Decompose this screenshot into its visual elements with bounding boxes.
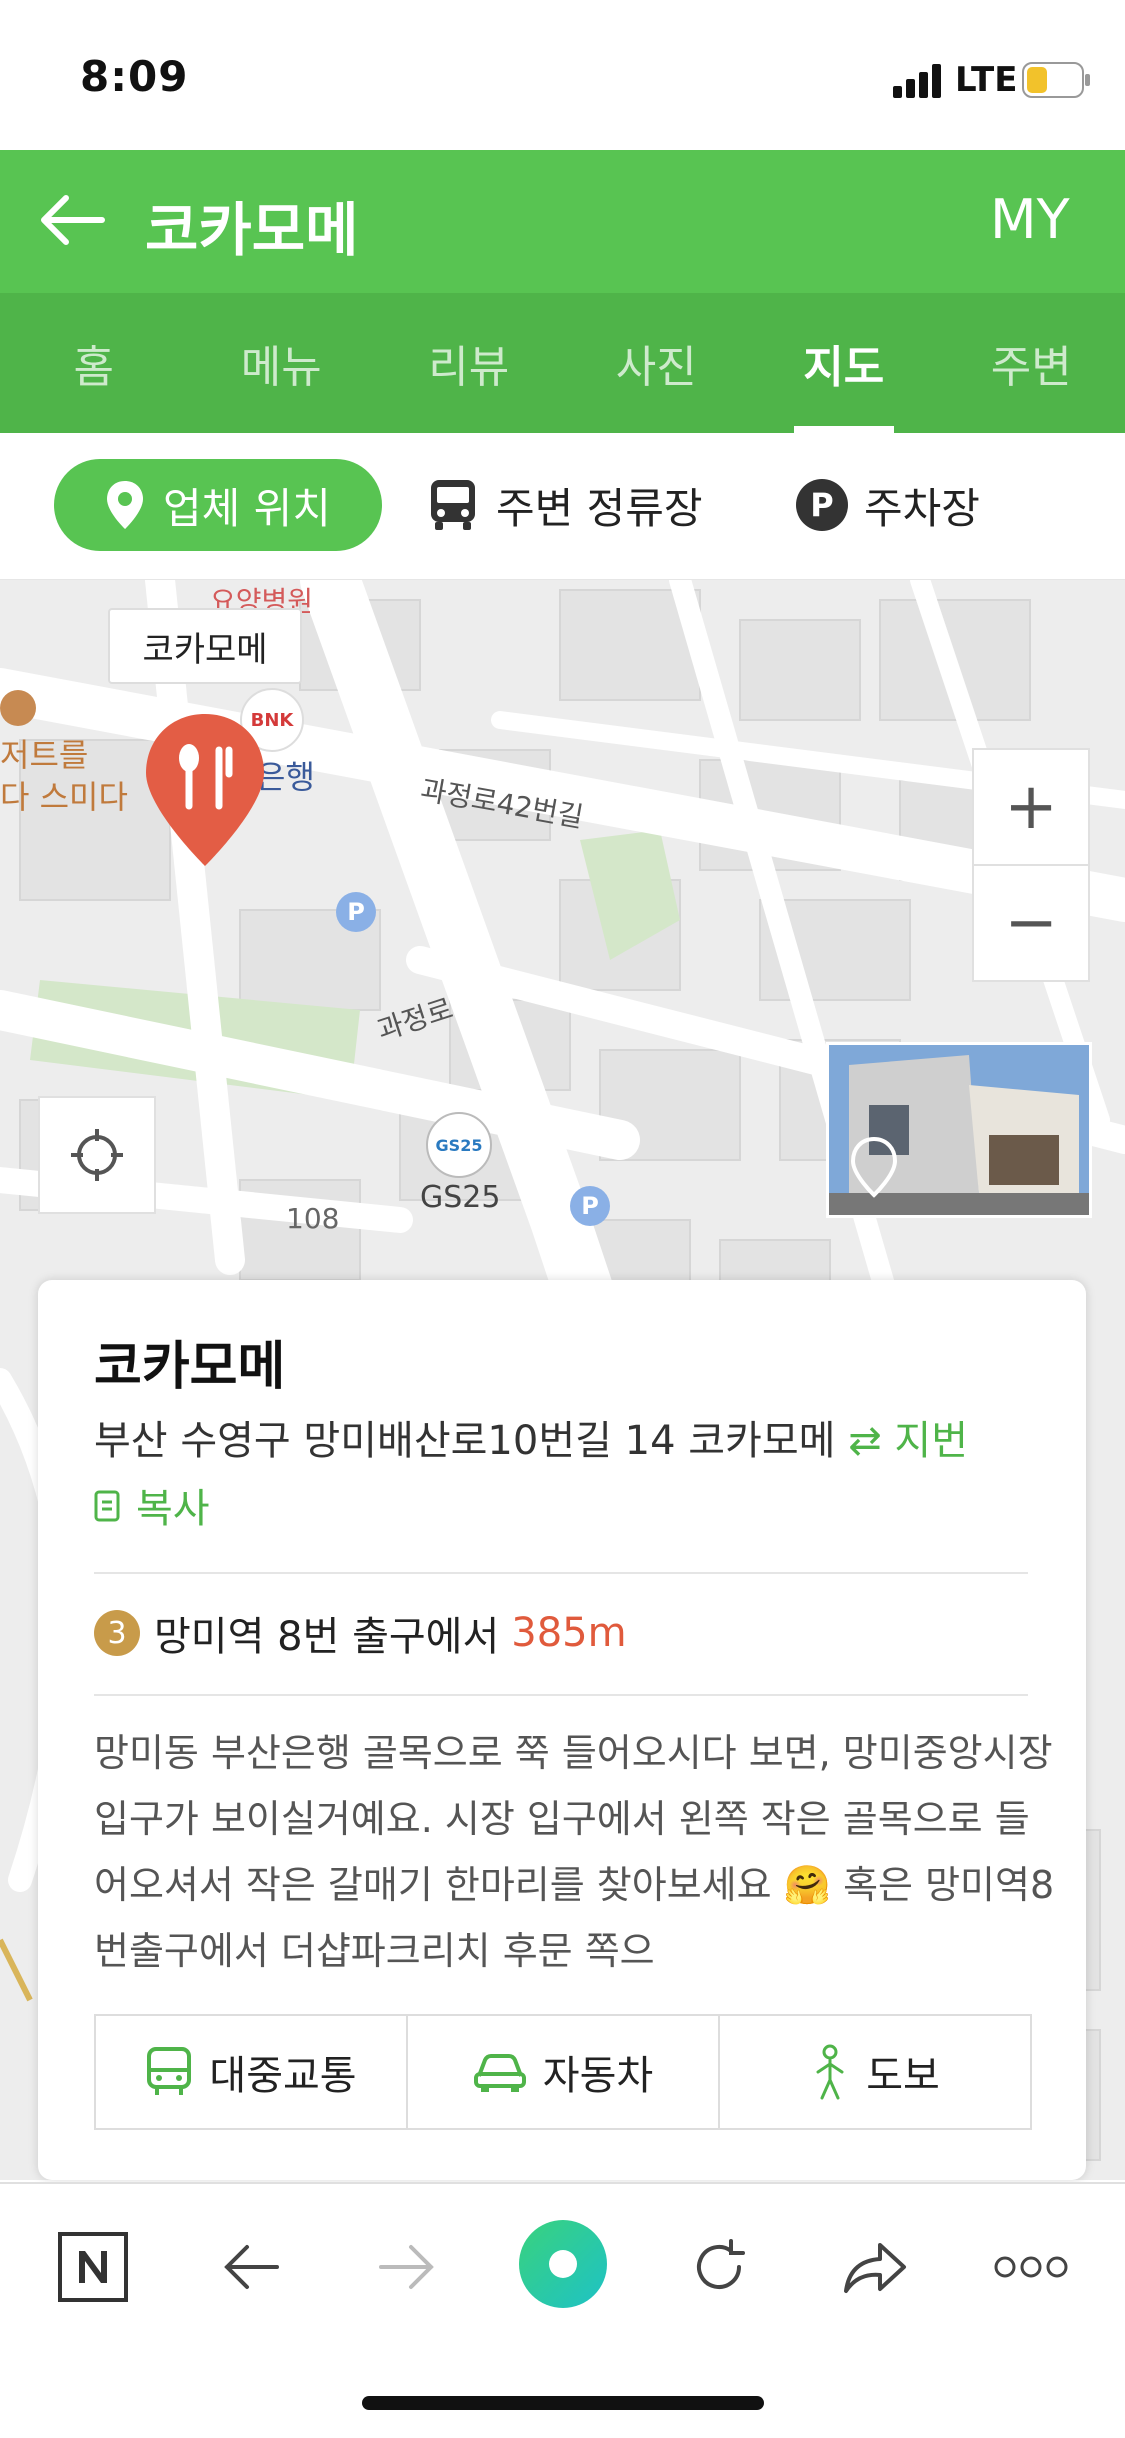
walk-route-button[interactable]: 도보 [720,2016,1030,2128]
place-info-card: 코카모메 부산 수영구 망미배산로10번길 14 코카모메 ⇄ 지번 복사 3 … [38,1280,1086,2180]
parking-label: 주차장 [864,475,980,536]
nearest-station: 3 망미역 8번 출구에서 385m [94,1604,627,1662]
parking-marker[interactable]: P [336,892,376,932]
swap-arrows-icon: ⇄ [848,1418,882,1464]
car-route-button[interactable]: 자동차 [408,2016,720,2128]
car-icon [473,2050,527,2094]
walking-person-icon [810,2044,850,2100]
street-view-thumbnail[interactable] [826,1042,1092,1218]
divider [94,1572,1028,1574]
tab-home[interactable]: 홈 [0,293,188,433]
tab-bar: 홈 메뉴 리뷰 사진 지도 주변 [0,293,1125,433]
share-arrow-icon [840,2237,910,2297]
divider [94,1694,1028,1696]
map-filter-bar: 업체 위치 주변 정류장 P 주차장 [0,433,1125,581]
tab-photos[interactable]: 사진 [563,293,751,433]
location-pin-icon [105,479,145,531]
business-location-chip[interactable]: 업체 위치 [54,459,382,551]
transit-label: 대중교통 [209,2043,356,2101]
my-button[interactable]: MY [990,188,1070,251]
station-distance: 385m [511,1610,626,1656]
arrow-left-icon [221,2242,281,2292]
more-dots-icon [993,2255,1069,2279]
bus-icon [428,478,478,532]
restaurant-pin-icon[interactable] [140,710,270,870]
battery-icon [1022,62,1092,100]
car-label: 자동차 [543,2043,653,2101]
transit-route-button[interactable]: 대중교통 [96,2016,408,2128]
signal-icon [893,64,945,98]
zoom-in-button[interactable]: + [972,748,1090,866]
tab-menu[interactable]: 메뉴 [188,293,376,433]
pin-label: 코카모메 [108,608,302,684]
network-type: LTE [955,60,1017,100]
place-name: 코카모메 [94,1324,285,1399]
naver-home-button[interactable] [48,2222,138,2312]
station-text: 망미역 8번 출구에서 [154,1604,499,1662]
directions-description: 망미동 부산은행 골목으로 쭉 들어오시다 보면, 망미중앙시장입구가 보이실거… [94,1720,1064,1984]
map-label-dessert-1: 저트를 [0,730,88,776]
map-label-number: 108 [286,1202,339,1235]
lot-number-label: 지번 [894,1418,968,1464]
nearby-stops-chip[interactable]: 주변 정류장 [428,459,703,551]
nearby-stops-label: 주변 정류장 [496,475,703,536]
address-text: 부산 수영구 망미배산로10번길 14 코카모메 [94,1418,835,1464]
street-view-pin-icon [849,1135,899,1199]
place-address: 부산 수영구 망미배산로10번길 14 코카모메 ⇄ 지번 [94,1408,1054,1466]
refresh-icon [687,2235,751,2299]
copy-label: 복사 [136,1476,210,1534]
bus-icon [145,2046,193,2098]
copy-icon [94,1486,124,1524]
tab-nearby[interactable]: 주변 [938,293,1125,433]
business-location-label: 업체 위치 [163,475,331,536]
arrow-right-icon [377,2242,437,2292]
parking-marker[interactable]: P [570,1186,610,1226]
copy-button[interactable]: 복사 [94,1476,210,1534]
refresh-button[interactable] [674,2222,764,2312]
back-button[interactable] [206,2222,296,2312]
naver-n-icon [57,2231,129,2303]
subway-line-badge: 3 [94,1610,140,1656]
status-time: 8:09 [80,52,188,101]
lot-number-toggle[interactable]: ⇄ 지번 [848,1418,968,1464]
parking-icon: P [796,479,848,531]
more-button[interactable] [986,2222,1076,2312]
parking-chip[interactable]: P 주차장 [796,459,980,551]
walk-label: 도보 [866,2043,940,2101]
back-arrow-icon[interactable] [36,190,106,250]
home-indicator[interactable] [362,2396,764,2410]
green-dot-icon [517,2218,609,2310]
current-location-button[interactable] [38,1096,156,1214]
crosshair-icon [67,1125,127,1185]
map-label-gs25: GS25 [420,1180,500,1215]
green-dot-button[interactable] [517,2218,609,2310]
map-label-dessert-2: 다 스미다 [0,772,128,818]
forward-button[interactable] [362,2222,452,2312]
zoom-out-button[interactable]: − [972,864,1090,982]
share-button[interactable] [830,2222,920,2312]
cafe-icon [0,690,36,726]
page-title: 코카모메 [145,183,358,267]
route-options: 대중교통 자동차 도보 [94,2014,1032,2130]
tab-reviews[interactable]: 리뷰 [375,293,563,433]
gs25-logo: GS25 [426,1112,492,1178]
tab-map[interactable]: 지도 [750,293,938,433]
